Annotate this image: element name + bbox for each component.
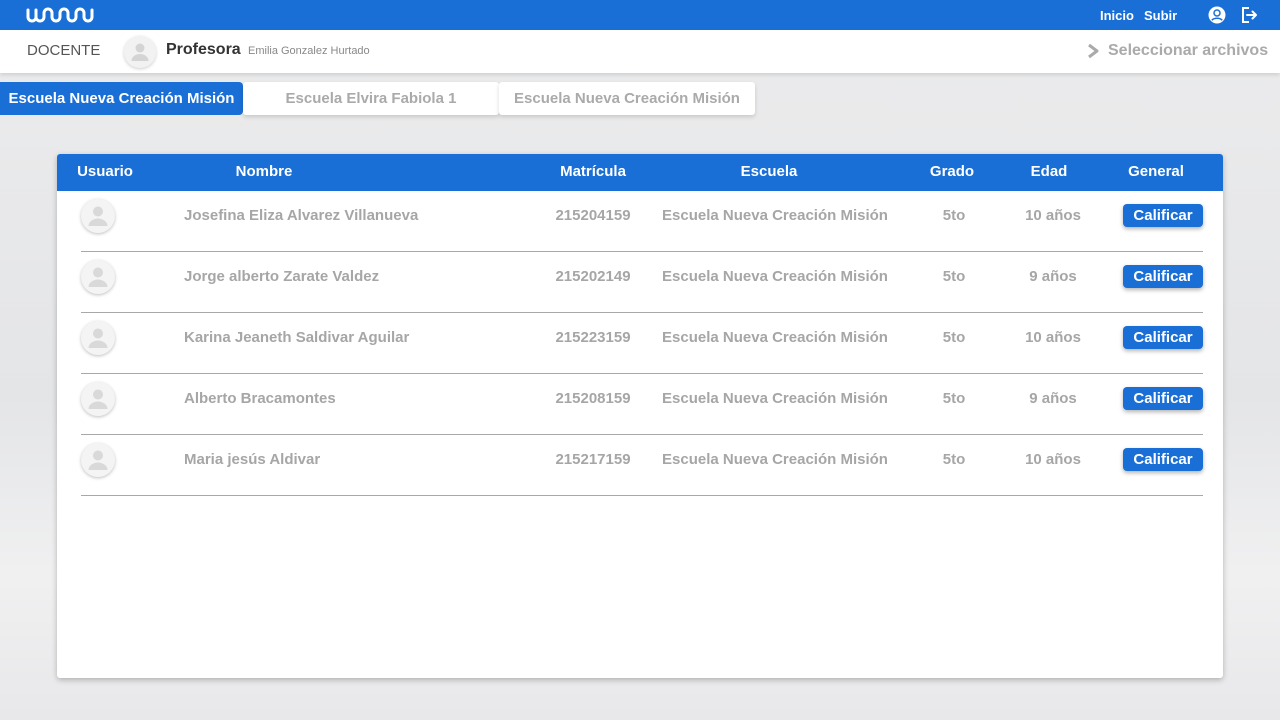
student-name: Jorge alberto Zarate Valdez — [184, 268, 380, 285]
student-escuela: Escuela Nueva Creación Misión — [662, 451, 888, 468]
student-grado: 5to — [942, 329, 966, 346]
calificar-button[interactable]: Calificar — [1123, 265, 1203, 288]
student-edad: 10 años — [1025, 451, 1081, 468]
student-matricula: 215204159 — [555, 207, 631, 224]
table-header: Usuario Nombre Matrícula Escuela Grado E… — [57, 154, 1223, 191]
student-edad: 10 años — [1025, 329, 1081, 346]
teacher-name: Emilia Gonzalez Hurtado — [248, 45, 370, 57]
column-header-general: General — [1128, 163, 1184, 180]
table-row: Maria jesús Aldivar 215217159 Escuela Nuev… — [81, 435, 1203, 496]
column-header-nombre: Nombre — [235, 163, 293, 180]
logout-icon[interactable] — [1240, 6, 1258, 24]
user-icon — [88, 267, 108, 287]
select-files-button[interactable]: Seleccionar archivos — [1086, 42, 1268, 60]
student-escuela: Escuela Nueva Creación Misión — [662, 329, 888, 346]
student-name: Maria jesús Aldivar — [184, 451, 321, 468]
tab-escuela-nueva-creacion-mision-2[interactable]: Escuela Nueva Creación Misión — [499, 82, 755, 115]
nav-inicio-link[interactable]: Inicio — [1100, 8, 1134, 23]
student-grado: 5to — [942, 268, 966, 285]
column-header-edad: Edad — [1030, 163, 1068, 180]
student-name: Karina Jeaneth Saldivar Aguilar — [184, 329, 410, 346]
student-matricula: 215223159 — [555, 329, 631, 346]
calificar-button[interactable]: Calificar — [1123, 204, 1203, 227]
student-name: Josefina Eliza Alvarez Villanueva — [184, 207, 419, 224]
column-header-grado: Grado — [929, 163, 975, 180]
calificar-button[interactable]: Calificar — [1123, 387, 1203, 410]
avatar[interactable] — [124, 36, 156, 68]
student-matricula: 215202149 — [555, 268, 631, 285]
select-files-label: Seleccionar archivos — [1108, 42, 1269, 59]
user-circle-icon[interactable] — [1208, 6, 1226, 24]
brand-logo-icon[interactable] — [26, 6, 96, 24]
role-label: DOCENTE — [27, 42, 101, 59]
column-header-matricula: Matrícula — [560, 163, 626, 180]
avatar — [81, 443, 115, 477]
tab-escuela-elvira-fabiola[interactable]: Escuela Elvira Fabiola 1 — [243, 82, 499, 115]
user-icon — [88, 450, 108, 470]
column-header-escuela: Escuela — [740, 163, 798, 180]
user-icon — [88, 328, 108, 348]
table-row: Jorge alberto Zarate Valdez 215202149 Escu… — [81, 252, 1203, 313]
sub-header: DOCENTE Profesora Emilia Gonzalez Hurtad… — [0, 30, 1280, 73]
nav-subir-link[interactable]: Subir — [1144, 8, 1177, 23]
user-icon — [88, 389, 108, 409]
student-grado: 5to — [942, 451, 966, 468]
user-icon — [88, 206, 108, 226]
calificar-button[interactable]: Calificar — [1123, 448, 1203, 471]
table-row: Alberto Bracamontes 215208159 Escuela Nuev… — [81, 374, 1203, 435]
student-grado: 5to — [942, 207, 966, 224]
student-matricula: 215217159 — [555, 451, 631, 468]
student-grado: 5to — [942, 390, 966, 407]
avatar — [81, 199, 115, 233]
student-edad: 9 años — [1029, 268, 1077, 285]
calificar-button[interactable]: Calificar — [1123, 326, 1203, 349]
student-escuela: Escuela Nueva Creación Misión — [662, 268, 888, 285]
tab-escuela-nueva-creacion-mision[interactable]: Escuela Nueva Creación Misión — [0, 82, 243, 115]
user-icon — [131, 43, 149, 61]
student-edad: 9 años — [1029, 390, 1077, 407]
table-row: Karina Jeaneth Saldivar Aguilar 215223159… — [81, 313, 1203, 374]
student-matricula: 215208159 — [555, 390, 631, 407]
page-title: Profesora — [166, 41, 241, 58]
table-row: Josefina Eliza Alvarez Villanueva 2152041… — [81, 191, 1203, 252]
student-escuela: Escuela Nueva Creación Misión — [662, 390, 888, 407]
top-bar: Inicio Subir — [0, 0, 1280, 30]
column-header-usuario: Usuario — [77, 163, 133, 180]
student-name: Alberto Bracamontes — [184, 390, 336, 407]
avatar — [81, 382, 115, 416]
chevron-right-icon — [1088, 43, 1099, 59]
students-table: Usuario Nombre Matrícula Escuela Grado E… — [57, 154, 1223, 678]
student-escuela: Escuela Nueva Creación Misión — [662, 207, 888, 224]
avatar — [81, 260, 115, 294]
avatar — [81, 321, 115, 355]
student-edad: 10 años — [1025, 207, 1081, 224]
